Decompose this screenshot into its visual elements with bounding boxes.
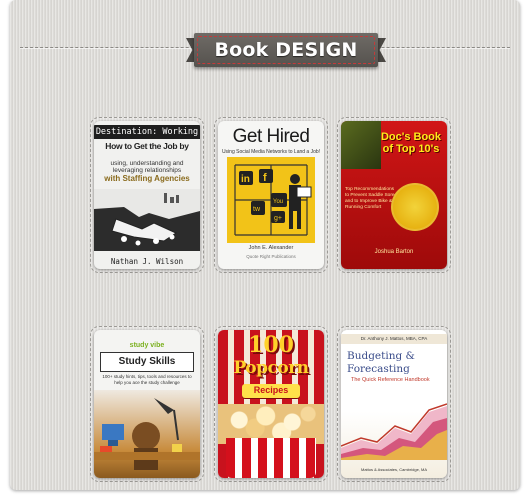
cover-subtitle: 100+ study hints, tips, tools and resour… bbox=[102, 374, 192, 385]
cover-title-word: Popcorn bbox=[233, 358, 309, 378]
cover-footer: Mattos & Associates, Cambridge, MA bbox=[360, 467, 428, 472]
title-band: Study Skills bbox=[100, 352, 194, 372]
cover-subtitle: using, understanding and leveraging rela… bbox=[110, 160, 184, 174]
cover-chart-illustration bbox=[341, 388, 447, 460]
social-media-icons: in f tw You g+ bbox=[234, 164, 312, 236]
cover-title: Doc's Book of Top 10's bbox=[380, 131, 442, 155]
section-title: Book DESIGN bbox=[214, 39, 358, 61]
student-desk-illustration bbox=[94, 390, 200, 478]
brand-logo: study vibe bbox=[94, 342, 200, 349]
cover-title-number: 100 bbox=[248, 332, 294, 358]
cover-description: Top Recommendations to Prevent Saddle So… bbox=[345, 187, 397, 210]
cover-top-label: Destination: Working bbox=[94, 125, 200, 139]
cyclist-badge-image bbox=[391, 183, 439, 231]
cover-tag-label: Recipes bbox=[253, 385, 289, 395]
book-cover-6[interactable]: Dr. Anthony J. Mattos, MBA, CPA Budgetin… bbox=[341, 330, 447, 478]
brand-prefix: stud bbox=[129, 342, 145, 349]
cover-author: John E. Alexander bbox=[248, 245, 294, 251]
svg-text:g+: g+ bbox=[274, 215, 282, 222]
svg-text:You: You bbox=[273, 199, 283, 205]
cover-tagline: with Staffing Agencies bbox=[104, 174, 190, 183]
book-thumbnail-3[interactable]: Doc's Book of Top 10's Top Recommendatio… bbox=[337, 117, 451, 273]
book-design-panel: Book DESIGN Destination: Working How to … bbox=[10, 0, 520, 490]
book-thumbnail-1[interactable]: Destination: Working How to Get the Job … bbox=[90, 117, 204, 273]
svg-text:f: f bbox=[263, 172, 267, 184]
cover-title: Study Skills bbox=[118, 356, 176, 367]
cover-author: Joshua Barton bbox=[374, 249, 414, 255]
book-thumbnail-5[interactable]: 100 Popcorn Recipes bbox=[214, 326, 328, 482]
recipes-tag: Recipes bbox=[242, 384, 300, 398]
book-thumbnail-2[interactable]: Get Hired Using Social Media Networks to… bbox=[214, 117, 328, 273]
student-at-desk-icon bbox=[94, 398, 200, 470]
cover-title: How to Get the Job by bbox=[105, 141, 189, 151]
cover-title: Get Hired bbox=[232, 126, 310, 147]
book-cover-3[interactable]: Doc's Book of Top 10's Top Recommendatio… bbox=[341, 121, 447, 269]
cover-subtitle: The Quick Reference Handbook bbox=[351, 377, 430, 383]
book-thumbnail-4[interactable]: study vibe Study Skills 100+ study hints… bbox=[90, 326, 204, 482]
book-cover-5[interactable]: 100 Popcorn Recipes bbox=[218, 330, 324, 478]
cyclist-photo bbox=[341, 121, 381, 169]
cover-title: Budgeting & Forecasting bbox=[347, 350, 415, 375]
cover-publisher: Quote Right Publications bbox=[246, 254, 296, 259]
growth-chart-icon bbox=[341, 403, 447, 460]
svg-text:tw: tw bbox=[253, 206, 261, 213]
book-cover-1[interactable]: Destination: Working How to Get the Job … bbox=[94, 121, 200, 269]
popcorn-bucket-image bbox=[226, 438, 316, 478]
social-network-illustration: in f tw You g+ bbox=[227, 157, 315, 243]
cover-author: Nathan J. Wilson bbox=[110, 257, 184, 266]
section-title-banner: Book DESIGN bbox=[186, 33, 386, 67]
brand-suffix: y vibe bbox=[144, 342, 165, 349]
book-cover-4[interactable]: study vibe Study Skills 100+ study hints… bbox=[94, 330, 200, 478]
book-thumbnail-6[interactable]: Dr. Anthony J. Mattos, MBA, CPA Budgetin… bbox=[337, 326, 451, 482]
cover-author: Dr. Anthony J. Mattos, MBA, CPA bbox=[341, 334, 447, 344]
handshake-icon bbox=[94, 189, 200, 251]
cover-subtitle: Using Social Media Networks to Land a Jo… bbox=[221, 149, 321, 155]
book-cover-2[interactable]: Get Hired Using Social Media Networks to… bbox=[218, 121, 324, 269]
handshake-illustration bbox=[94, 189, 200, 251]
svg-text:in: in bbox=[241, 174, 250, 185]
